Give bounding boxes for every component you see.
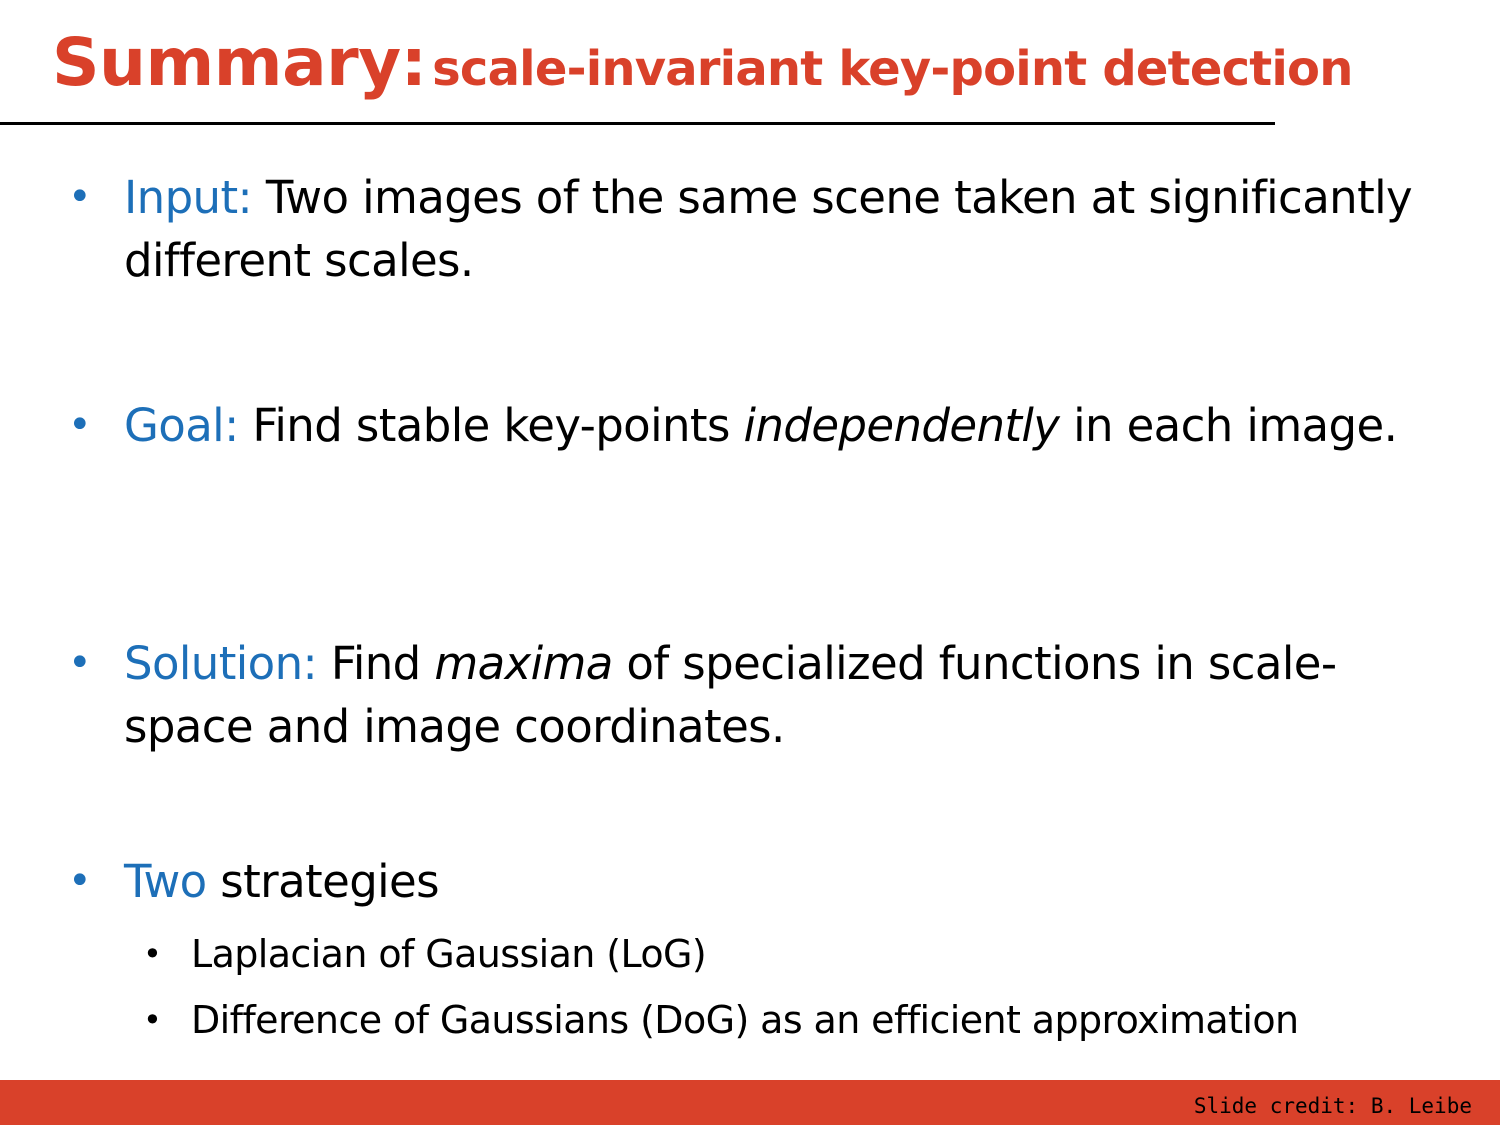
- bullet-strategies: • Two strategies: [68, 850, 1414, 913]
- bullet-keyword: Goal:: [124, 399, 239, 452]
- bullet-dot-icon: •: [68, 640, 92, 686]
- bullet-keyword: Input:: [124, 171, 253, 224]
- bullet-keyword: Solution:: [124, 637, 318, 690]
- bullet-emphasis: independently: [743, 399, 1060, 452]
- sub-bullet-log: • Laplacian of Gaussian (LoG): [143, 929, 1481, 979]
- sub-bullet-dot-icon: •: [143, 1001, 162, 1039]
- bullet-text: strategies: [220, 855, 439, 908]
- bullet-emphasis: maxima: [434, 637, 613, 690]
- sub-bullet-dog: • Difference of Gaussians (DoG) as an ef…: [143, 995, 1481, 1045]
- bullet-text: Two images of the same scene taken at si…: [124, 171, 1413, 287]
- bullet-text: Find stable key-points: [252, 399, 730, 452]
- bullet-dot-icon: •: [68, 858, 92, 904]
- bullet-input: • Input: Two images of the same scene ta…: [68, 166, 1414, 292]
- footer-bar: Slide credit: B. Leibe: [0, 1080, 1500, 1125]
- bullet-dot-icon: •: [68, 402, 92, 448]
- sub-bullet-dot-icon: •: [143, 935, 162, 973]
- slide-credit: Slide credit: B. Leibe: [1193, 1094, 1472, 1118]
- sub-bullet-text: Laplacian of Gaussian (LoG): [191, 932, 707, 976]
- bullet-keyword: Two: [124, 855, 207, 908]
- bullet-text: in each image.: [1073, 399, 1398, 452]
- title-main: Summary:: [52, 24, 427, 101]
- title-divider: [0, 122, 1275, 125]
- slide: Summary: scale-invariant key-point detec…: [0, 0, 1500, 1125]
- title-subtitle: scale-invariant key-point detection: [432, 41, 1353, 97]
- bullet-dot-icon: •: [68, 174, 92, 220]
- slide-title: Summary: scale-invariant key-point detec…: [52, 30, 1353, 96]
- sub-bullet-text: Difference of Gaussians (DoG) as an effi…: [191, 998, 1299, 1042]
- bullet-goal: • Goal: Find stable key-points independe…: [68, 394, 1414, 457]
- bullet-text: Find: [330, 637, 421, 690]
- bullet-solution: • Solution: Find maxima of specialized f…: [68, 632, 1414, 758]
